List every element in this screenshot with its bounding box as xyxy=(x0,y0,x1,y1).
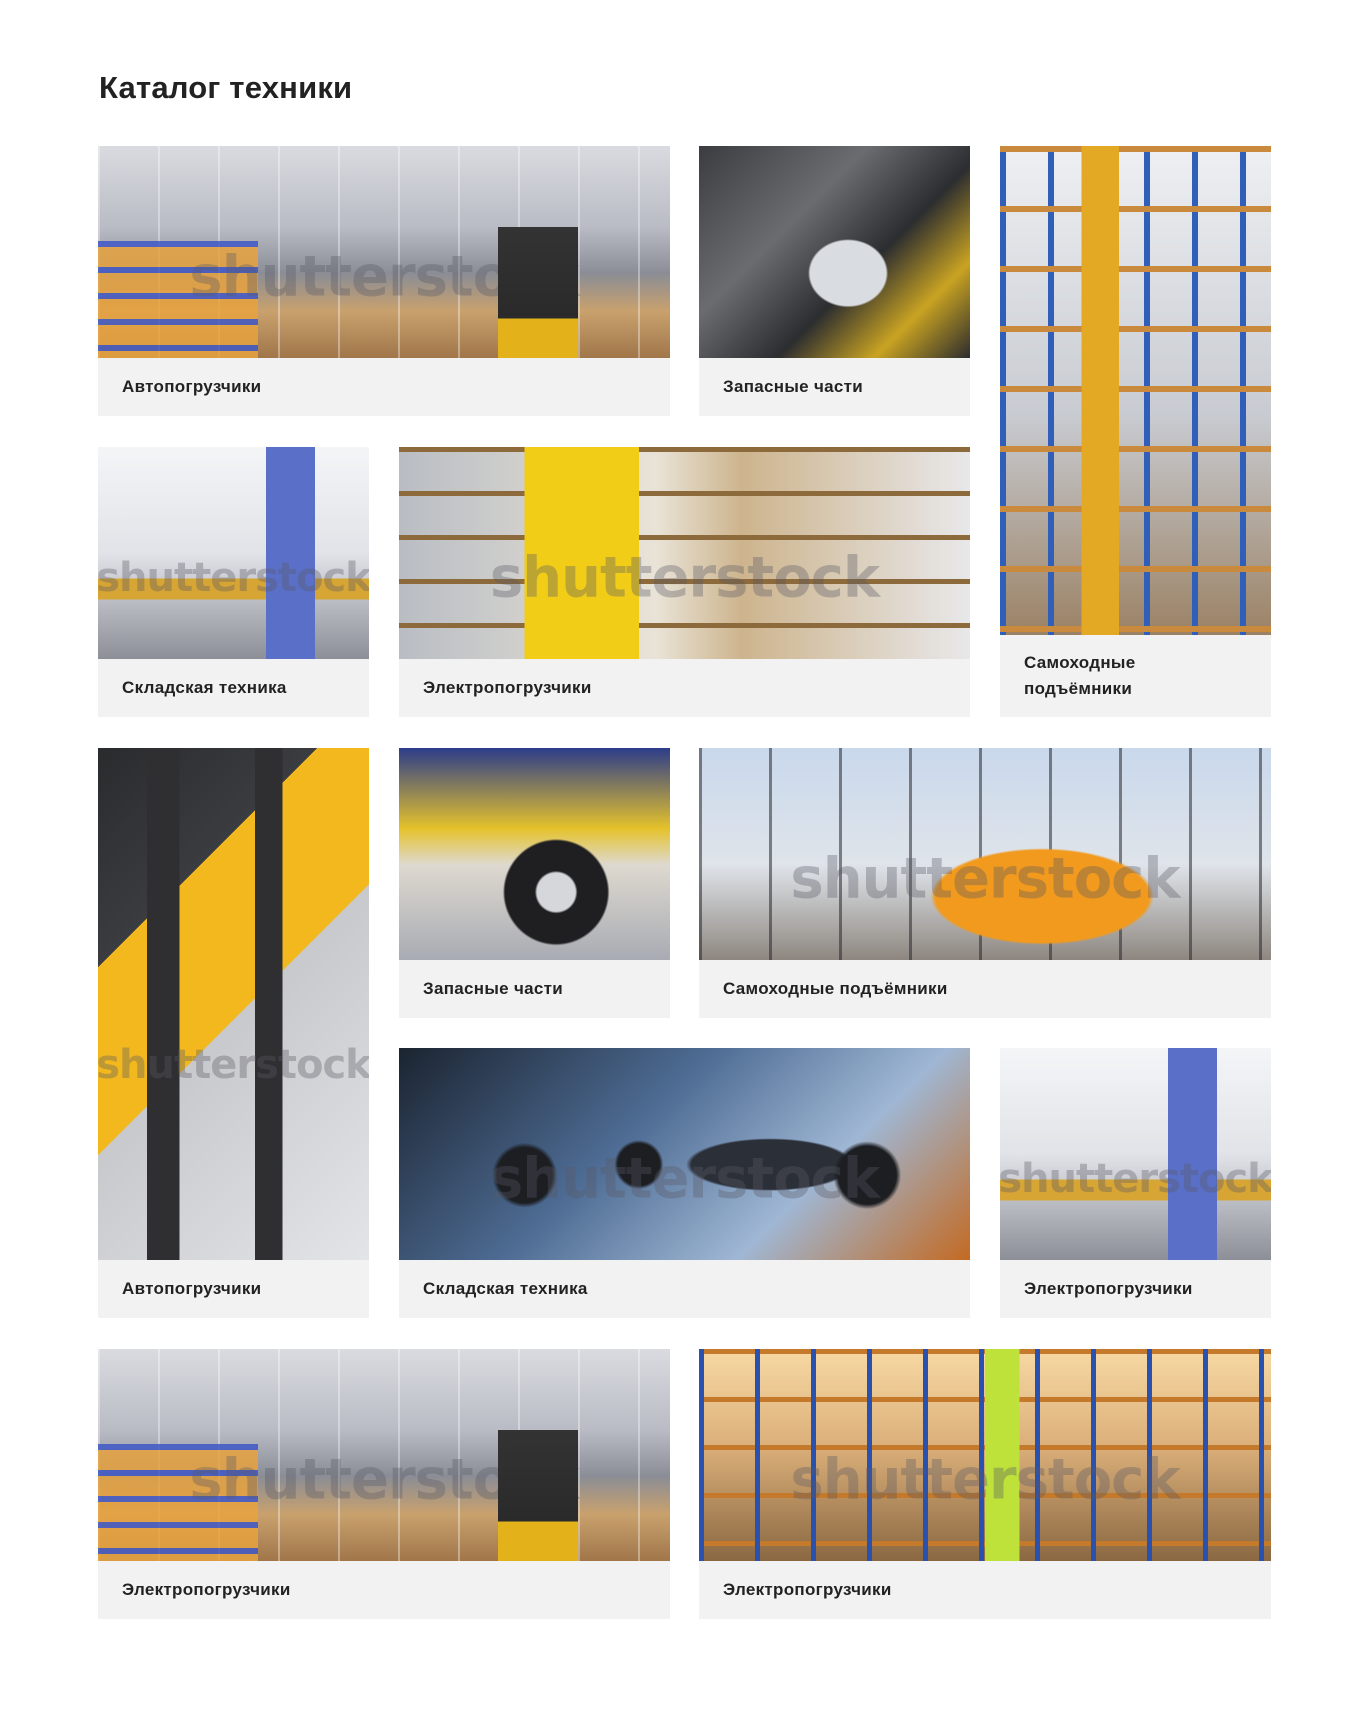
card-image: shutterstock xyxy=(98,1349,670,1561)
card-image xyxy=(1000,146,1271,635)
card-label: Самоходные подъёмники xyxy=(1024,653,1136,698)
watermark: shutterstock xyxy=(489,1146,880,1212)
card-label: Запасные части xyxy=(423,979,564,998)
catalog-card-autoloaders[interactable]: shutterstock Автопогрузчики xyxy=(98,146,670,416)
card-image: shutterstock xyxy=(1000,1048,1271,1260)
catalog-card-electric-forklifts[interactable]: shutterstock Электропогрузчики xyxy=(399,447,970,717)
card-image: shutterstock xyxy=(98,447,369,659)
card-label: Автопогрузчики xyxy=(122,377,262,396)
catalog-card-spare-parts-2[interactable]: Запасные части xyxy=(399,748,670,1018)
card-image: shutterstock xyxy=(699,748,1271,960)
catalog-card-spare-parts[interactable]: Запасные части xyxy=(699,146,970,416)
card-label: Автопогрузчики xyxy=(122,1279,262,1298)
card-label: Запасные части xyxy=(723,377,864,396)
card-label: Складская техника xyxy=(122,678,287,697)
watermark: shutterstock xyxy=(98,555,369,602)
watermark: shutterstock xyxy=(1000,1156,1271,1203)
page-title: Каталог техники xyxy=(99,70,353,105)
card-image: shutterstock xyxy=(399,447,970,659)
card-image: shutterstock xyxy=(399,1048,970,1260)
catalog-card-warehouse-equipment-2[interactable]: shutterstock Складская техника xyxy=(399,1048,970,1318)
card-label: Электропогрузчики xyxy=(122,1580,291,1599)
catalog-card-self-propelled-lifts-2[interactable]: shutterstock Самоходные подъёмники xyxy=(699,748,1271,1018)
watermark: shutterstock xyxy=(98,1042,369,1089)
card-image: shutterstock xyxy=(699,1349,1271,1561)
card-label: Электропогрузчики xyxy=(723,1580,892,1599)
watermark: shutterstock xyxy=(189,1447,579,1513)
card-label: Складская техника xyxy=(423,1279,588,1298)
card-image xyxy=(699,146,970,358)
catalog-card-self-propelled-lifts[interactable]: Самоходные подъёмники xyxy=(1000,146,1271,717)
card-label: Самоходные подъёмники xyxy=(723,979,948,998)
card-label: Электропогрузчики xyxy=(423,678,592,697)
card-image: shutterstock xyxy=(98,146,670,358)
catalog-card-electric-forklifts-4[interactable]: shutterstock Электропогрузчики xyxy=(699,1349,1271,1619)
watermark: shutterstock xyxy=(489,545,880,611)
watermark: shutterstock xyxy=(189,244,579,310)
catalog-card-warehouse-equipment[interactable]: shutterstock Складская техника xyxy=(98,447,369,717)
catalog-card-autoloaders-2[interactable]: shutterstock Автопогрузчики xyxy=(98,748,369,1318)
card-image xyxy=(399,748,670,960)
catalog-card-electric-forklifts-2[interactable]: shutterstock Электропогрузчики xyxy=(1000,1048,1271,1318)
catalog-card-electric-forklifts-3[interactable]: shutterstock Электропогрузчики xyxy=(98,1349,670,1619)
card-label: Электропогрузчики xyxy=(1024,1279,1193,1298)
watermark: shutterstock xyxy=(790,846,1180,912)
watermark: shutterstock xyxy=(790,1447,1180,1513)
card-image: shutterstock xyxy=(98,748,369,1260)
catalog-page: Каталог техники shutterstock Автопогрузч… xyxy=(0,0,1366,1718)
